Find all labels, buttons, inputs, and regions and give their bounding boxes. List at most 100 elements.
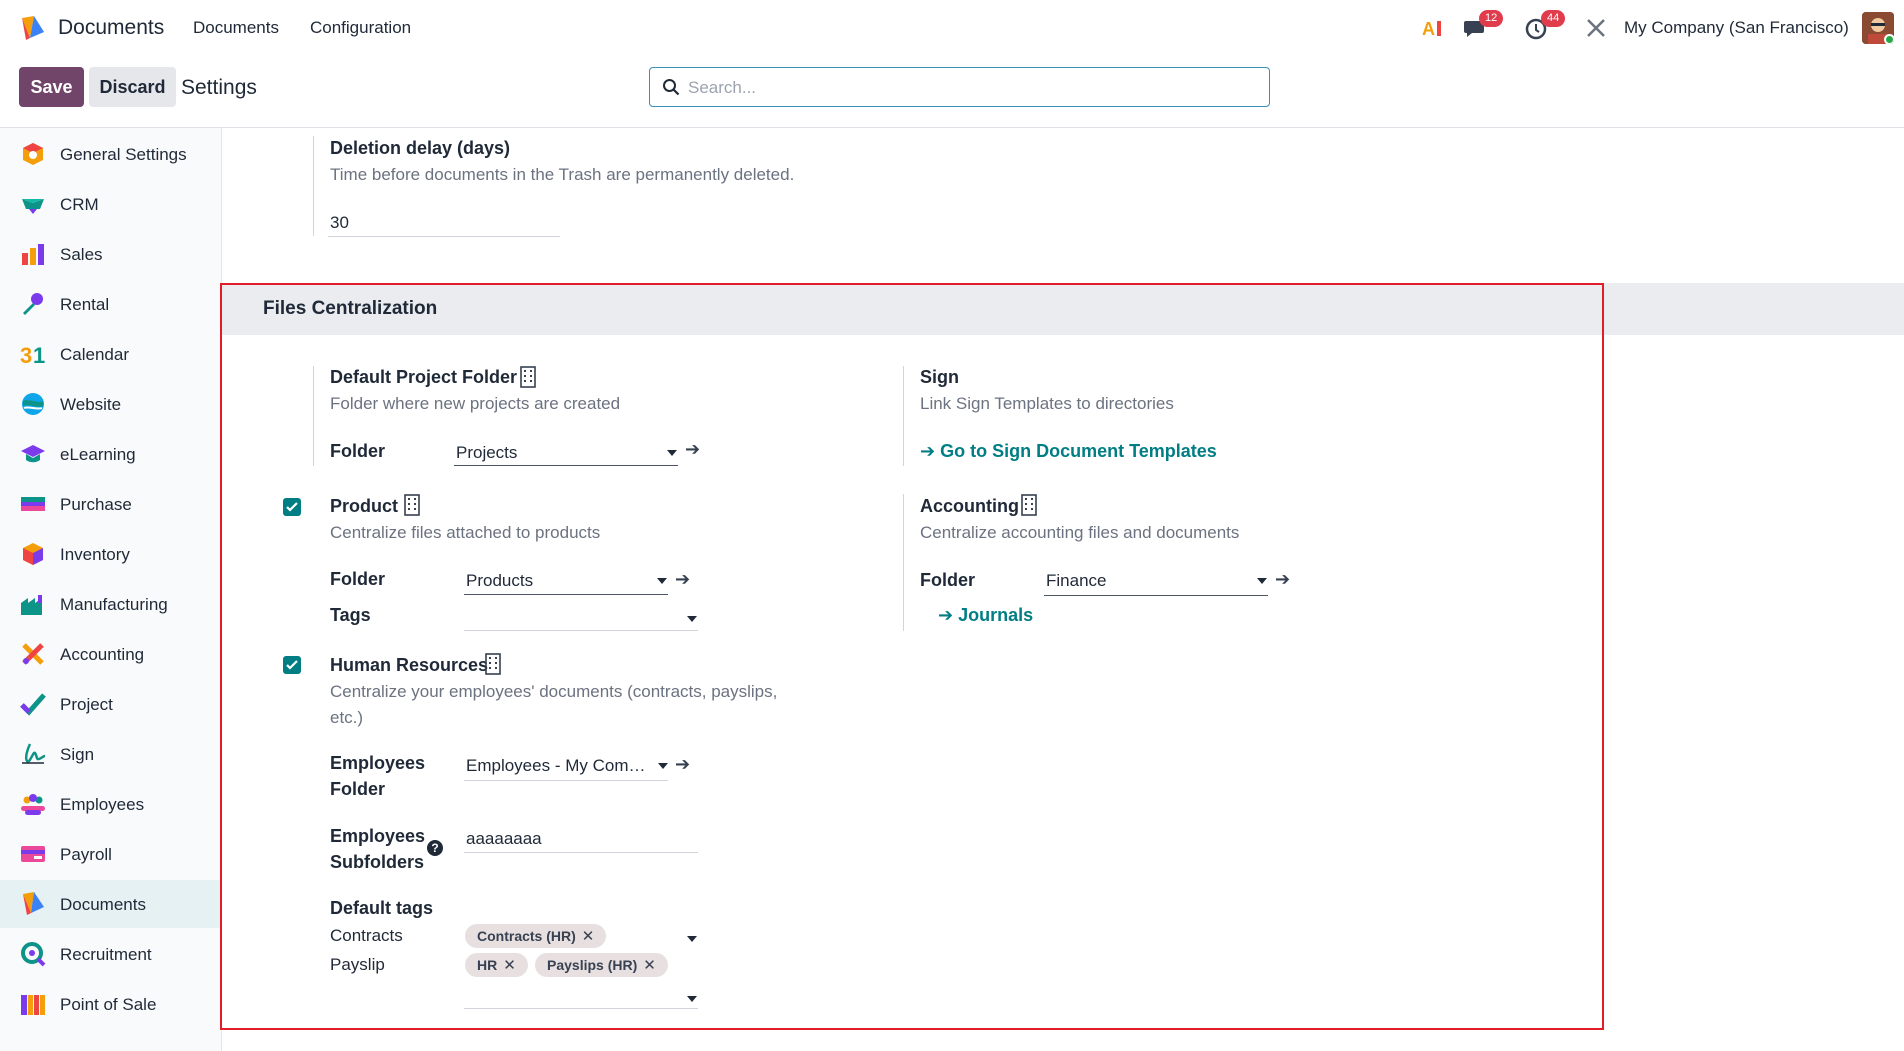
settings-sidebar: General Settings CRM Sales Rental 31 Cal… [0,128,222,1051]
menu-documents[interactable]: Documents [193,18,279,38]
product-tags-input[interactable] [464,630,698,631]
sign-templates-link[interactable]: ➔ Go to Sign Document Templates [920,441,1217,462]
chevron-down-icon[interactable] [687,616,697,622]
product-checkbox[interactable] [283,498,301,516]
sidebar-item-label: General Settings [60,145,187,164]
sidebar-item-calendar[interactable]: 31 Calendar [0,330,221,378]
company-switcher[interactable]: My Company (San Francisco) [1624,18,1849,38]
journals-link[interactable]: ➔ Journals [938,605,1033,626]
activity-clock-icon[interactable]: 44 [1525,10,1566,44]
company-building-icon [1021,494,1037,516]
discard-button[interactable]: Discard [89,67,176,107]
chevron-down-icon[interactable] [657,578,667,584]
app-name[interactable]: Documents [58,16,164,40]
sidebar-item-sign[interactable]: Sign [0,730,221,778]
rental-icon [23,293,43,315]
human-resources-desc-line-1: Centralize your employees' documents (co… [330,682,778,701]
employees-subfolders-label-1: Employees [330,826,426,846]
sidebar-item-rental[interactable]: Rental [0,280,221,328]
sidebar-item-elearning[interactable]: eLearning [0,430,221,478]
deletion-delay-input[interactable]: 30 [330,213,349,233]
sidebar-item-label: Accounting [60,645,145,664]
employees-folder-open-arrow-icon[interactable]: ➔ [675,754,690,775]
sidebar-item-label: Employees [60,795,145,814]
chevron-down-icon[interactable] [687,996,697,1002]
svg-text:A: A [1422,19,1435,39]
help-tooltip-icon[interactable]: ? [427,840,443,856]
sidebar-item-label: Documents [60,895,146,914]
sidebar-item-purchase[interactable]: Purchase [0,480,221,528]
product-folder-select[interactable]: Products [466,571,533,591]
user-avatar[interactable] [1862,12,1894,44]
top-navbar: Documents Documents Configuration A 12 4… [0,0,1904,56]
payslip-tags-input[interactable] [464,1008,698,1009]
sidebar-item-inventory[interactable]: Inventory [0,530,221,578]
menu-configuration[interactable]: Configuration [310,18,411,38]
ai-icon[interactable]: A [1422,12,1446,44]
documents-app-icon[interactable] [18,14,46,42]
chevron-down-icon[interactable] [1257,578,1267,584]
sign-templates-link-label: Go to Sign Document Templates [940,441,1217,461]
sidebar-item-recruitment[interactable]: Recruitment [0,930,221,978]
sidebar-item-sales[interactable]: Sales [0,230,221,278]
sidebar-item-project[interactable]: Project [0,680,221,728]
remove-tag-icon[interactable]: ✕ [582,928,595,945]
checkmark-icon [286,502,298,512]
files-centralization-header [222,283,1904,335]
debug-tools-icon[interactable] [1585,12,1607,44]
sidebar-item-employees[interactable]: Employees [0,780,221,828]
sidebar-item-crm[interactable]: CRM [0,180,221,228]
product-title: Product [330,496,399,516]
accounting-folder-open-arrow-icon[interactable]: ➔ [1275,569,1290,590]
employees-subfolders-input[interactable]: aaaaaaaa [466,829,542,849]
human-resources-checkbox[interactable] [283,656,301,674]
sidebar-item-general-settings[interactable]: General Settings [0,130,221,178]
sidebar-item-label: Point of Sale [60,995,157,1014]
chevron-down-icon[interactable] [667,450,677,456]
sidebar-item-point-of-sale[interactable]: Point of Sale [0,980,221,1028]
accounting-folder-label: Folder [920,570,976,590]
project-folder-open-arrow-icon[interactable]: ➔ [685,439,700,460]
search-input[interactable] [688,76,1248,100]
employees-subfolders-underline [464,852,698,853]
online-status-dot [1884,34,1894,44]
journals-link-label: Journals [958,605,1034,625]
search-bar[interactable] [649,67,1270,107]
project-folder-desc: Folder where new projects are created [330,394,621,413]
sidebar-item-documents[interactable]: Documents [0,880,221,928]
activity-count-badge: 44 [1541,10,1566,27]
tag-payslips-hr[interactable]: Payslips (HR) ✕ [535,953,668,977]
employees-folder-select[interactable]: Employees - My Com… [466,756,645,776]
tag-contracts-hr[interactable]: Contracts (HR) ✕ [465,924,607,948]
remove-tag-icon[interactable]: ✕ [503,957,516,974]
accounting-desc: Centralize accounting files and document… [920,523,1240,542]
sidebar-item-website[interactable]: Website [0,380,221,428]
sidebar-item-manufacturing[interactable]: Manufacturing [0,580,221,628]
project-folder-label: Folder [330,441,386,461]
sidebar-item-payroll[interactable]: Payroll [0,830,221,878]
setting-divider [903,494,904,631]
employees-folder-underline [464,780,668,781]
save-button[interactable]: Save [19,67,84,107]
product-folder-underline [464,594,668,595]
sidebar-item-accounting[interactable]: Accounting [0,630,221,678]
project-folder-select[interactable]: Projects [456,443,517,463]
header-divider [0,127,1904,128]
chevron-down-icon[interactable] [687,936,697,942]
chevron-down-icon[interactable] [658,763,668,769]
default-tags-label: Default tags [330,898,434,918]
accounting-folder-underline [1044,595,1268,596]
sidebar-item-label: Project [60,695,113,714]
accounting-folder-select[interactable]: Finance [1046,571,1106,591]
product-folder-open-arrow-icon[interactable]: ➔ [675,569,690,590]
employees-folder-label-2: Folder [330,779,386,799]
chat-icon[interactable]: 12 [1463,10,1504,44]
accounting-icon [22,643,44,665]
remove-tag-icon[interactable]: ✕ [643,957,656,974]
tag-hr[interactable]: HR ✕ [465,953,528,977]
tag-label: Payslips (HR) [547,957,638,973]
sales-icon [22,244,44,265]
documents-icon [23,892,44,915]
sidebar-item-label: Rental [60,295,110,314]
sidebar-item-label: Calendar [60,345,129,364]
